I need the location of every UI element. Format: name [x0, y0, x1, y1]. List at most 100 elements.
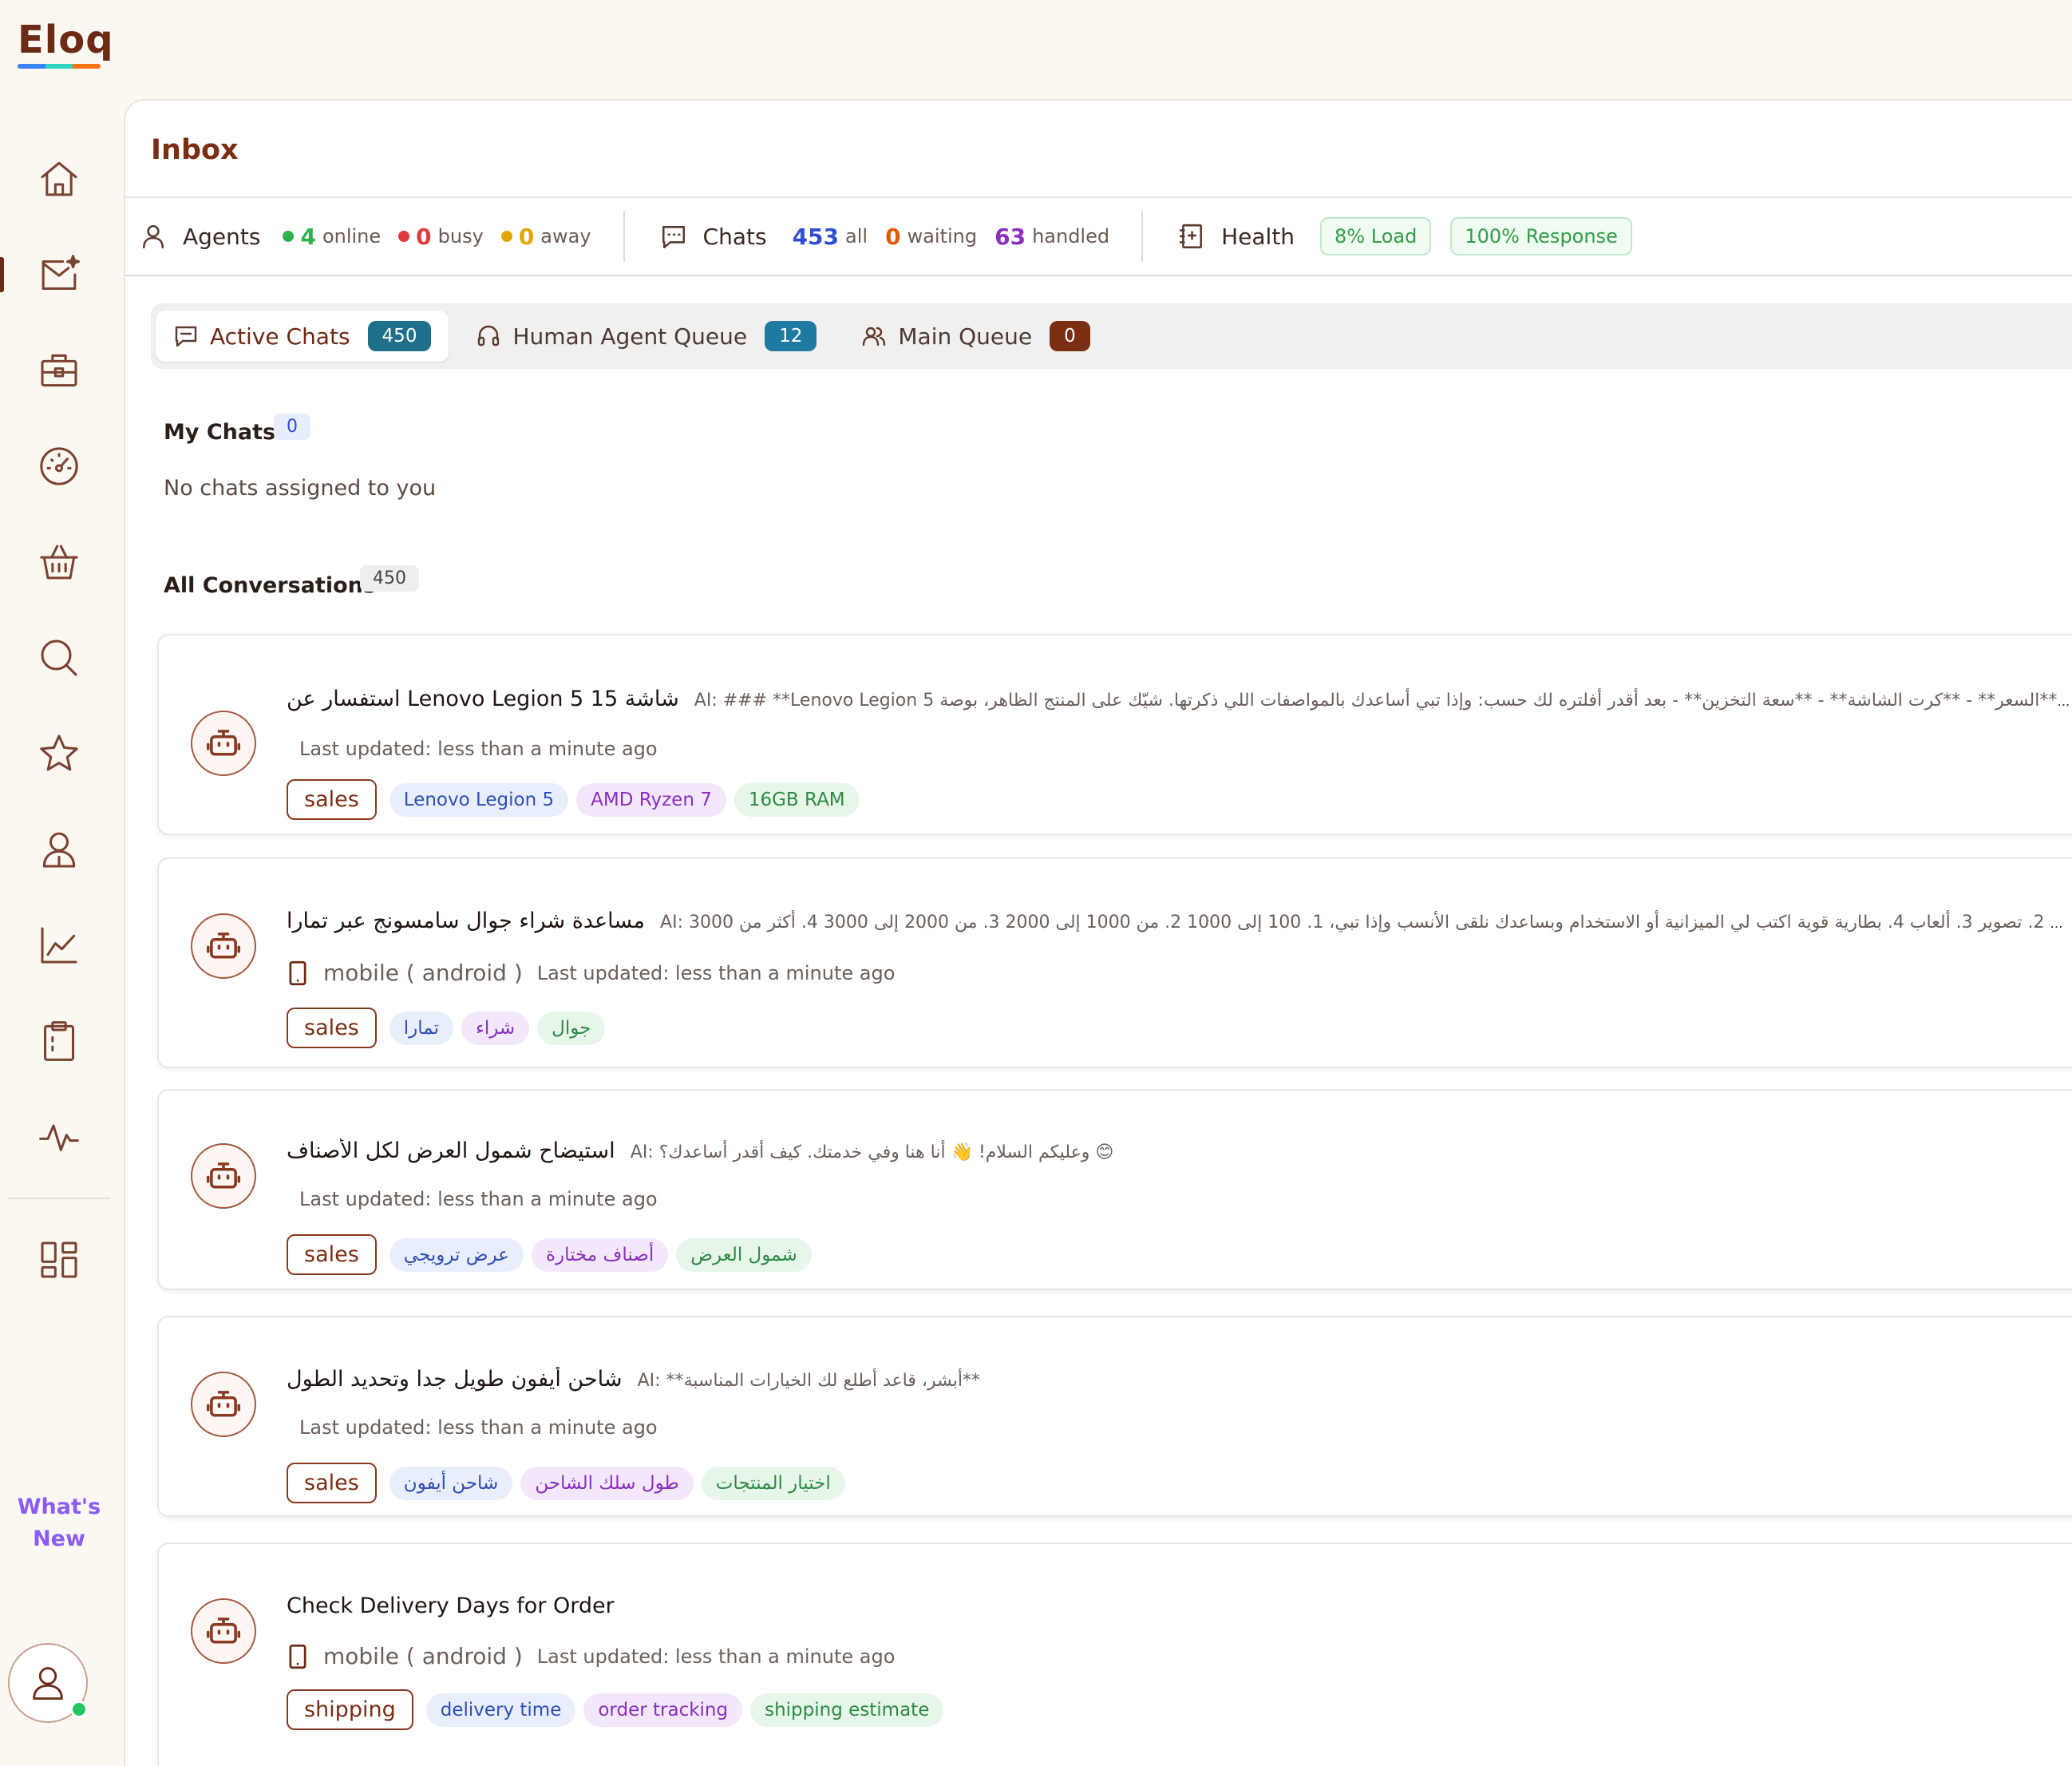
conversation-card[interactable]: استفسار عن Lenovo Legion 5 15 شاشة AI: #… [157, 634, 2072, 835]
conversation-title: Check Delivery Days for Order [287, 1594, 615, 1618]
tab-label: Main Queue [898, 323, 1033, 350]
conversation-title: استيضاح شمول العرض لكل الأصناف [287, 1138, 615, 1163]
conversation-title: مساعدة شراء جوال سامسونج عبر تمارا [287, 909, 645, 933]
conversation-card[interactable]: مساعدة شراء جوال سامسونج عبر تمارا AI: أ… [157, 857, 2072, 1068]
inbox-icon [42, 255, 81, 291]
clipboard-icon [43, 1021, 75, 1061]
health-book-icon [1180, 224, 1203, 249]
chats-handled: 63 handled [994, 223, 1110, 250]
tag[interactable]: order tracking [583, 1693, 743, 1727]
sidebar-item-apps[interactable] [35, 1236, 83, 1284]
category-tag[interactable]: shipping [287, 1689, 413, 1730]
sidebar-item-search[interactable] [35, 634, 83, 682]
conversation-card[interactable]: استيضاح شمول العرض لكل الأصناف AI: وعليك… [157, 1089, 2072, 1290]
sidebar-item-basket[interactable] [35, 538, 83, 586]
response-badge: 100% Response [1450, 217, 1632, 255]
conversation-header: مساعدة شراء جوال سامسونج عبر تمارا AI: أ… [287, 909, 2071, 940]
conversation-title: استفسار عن Lenovo Legion 5 15 شاشة [287, 687, 679, 711]
conversation-preview: AI: أقدر أدور لك حسب استخدامك: 1. استخدا… [660, 913, 2071, 932]
stats-bar: Agents 4 online 0 busy 0 away Chats 453 all [125, 196, 2072, 276]
busy-dot [398, 231, 410, 242]
home-icon [41, 161, 77, 196]
headset-icon [478, 325, 500, 346]
agents-stats: Agents 4 online 0 busy 0 away [140, 198, 591, 275]
tag[interactable]: Lenovo Legion 5 [389, 782, 569, 817]
tag[interactable]: أصناف مختارة [531, 1237, 669, 1272]
category-tag[interactable]: sales [287, 1008, 377, 1048]
conversation-meta: Last updated: less than a minute ago [287, 1416, 658, 1439]
user-avatar[interactable] [8, 1643, 88, 1723]
chats-label: Chats [702, 223, 767, 250]
tag[interactable]: جوال [537, 1011, 606, 1045]
app-logo[interactable]: Eloq [18, 18, 113, 69]
tab-human-agent-queue[interactable]: Human Agent Queue 12 [458, 311, 834, 362]
tag[interactable]: عرض ترويجي [389, 1237, 524, 1272]
bot-avatar [191, 1372, 256, 1437]
tab-main-queue[interactable]: Main Queue 0 [844, 311, 1107, 362]
conversation-tags: sales تمارا شراء جوال [287, 1008, 613, 1048]
conversation-header: استيضاح شمول العرض لكل الأصناف AI: وعليك… [287, 1138, 2071, 1170]
agents-online: 4 online [283, 224, 381, 250]
sidebar-item-activity[interactable] [35, 1113, 83, 1161]
activity-icon [39, 1124, 79, 1151]
chats-stats: Chats 453 all 0 waiting 63 handled [660, 198, 1110, 275]
tag[interactable]: شمول العرض [676, 1237, 812, 1272]
health-stats: Health 8% Load 100% Response [1178, 198, 1632, 275]
robot-icon [206, 1618, 241, 1644]
search-icon [41, 639, 77, 676]
conversation-card[interactable]: Check Delivery Days for Order mobile ( a… [157, 1542, 2072, 1766]
conversation-tags: sales Lenovo Legion 5 AMD Ryzen 7 16GB R… [287, 779, 868, 820]
conversation-preview: AI: وعليكم السلام! 👋 أنا هنا وفي خدمتك. … [630, 1142, 1114, 1162]
robot-icon [206, 932, 241, 959]
device-info: mobile ( android ) [287, 960, 523, 986]
apps-grid-icon [41, 1241, 77, 1278]
tag[interactable]: 16GB RAM [734, 782, 860, 817]
conversation-meta: mobile ( android ) Last updated: less th… [287, 960, 895, 986]
stats-divider [1141, 211, 1144, 262]
queue-tabs: Active Chats 450 Human Agent Queue 12 Ma… [151, 303, 2072, 369]
user-icon [33, 1667, 63, 1700]
tag[interactable]: اختيار المنتجات [701, 1466, 845, 1500]
online-status-dot [70, 1701, 88, 1718]
bot-avatar [191, 711, 256, 776]
tag[interactable]: AMD Ryzen 7 [576, 782, 726, 817]
sidebar-item-favorites[interactable] [35, 730, 83, 778]
tab-label: Active Chats [210, 323, 350, 350]
sidebar-item-dashboard[interactable] [35, 442, 83, 490]
category-tag[interactable]: sales [287, 779, 377, 820]
sidebar-item-home[interactable] [35, 155, 83, 203]
conversation-card[interactable]: شاحن أيفون طويل جدا وتحديد الطول AI: **أ… [157, 1316, 2072, 1517]
sidebar-item-inbox[interactable] [35, 251, 83, 299]
category-tag[interactable]: sales [287, 1463, 377, 1503]
tab-count-badge: 0 [1050, 321, 1090, 351]
conversation-header: استفسار عن Lenovo Legion 5 15 شاشة AI: #… [287, 687, 2071, 719]
conversation-meta: Last updated: less than a minute ago [287, 738, 658, 760]
conversation-meta: mobile ( android ) Last updated: less th… [287, 1643, 895, 1669]
robot-icon [206, 1391, 241, 1417]
tag[interactable]: شاحن أيفون [389, 1466, 513, 1500]
last-updated: Last updated: less than a minute ago [536, 1645, 896, 1668]
conversation-header: Check Delivery Days for Order [287, 1594, 2071, 1625]
sidebar-item-analytics[interactable] [35, 921, 83, 969]
load-badge: 8% Load [1320, 217, 1432, 255]
device-info: mobile ( android ) [287, 1643, 523, 1669]
sidebar-item-contacts[interactable] [35, 826, 83, 873]
robot-icon [206, 1162, 241, 1189]
my-chats-title: My Chats [164, 420, 276, 445]
sidebar-item-briefcase[interactable] [35, 346, 83, 394]
tag[interactable]: shipping estimate [750, 1693, 944, 1727]
whats-new-link[interactable]: What's New [0, 1491, 118, 1555]
tab-active-chats[interactable]: Active Chats 450 [156, 311, 449, 362]
conversation-header: شاحن أيفون طويل جدا وتحديد الطول AI: **أ… [287, 1367, 2071, 1399]
tag[interactable]: تمارا [389, 1011, 453, 1045]
tag[interactable]: delivery time [425, 1693, 576, 1727]
tag[interactable]: شراء [461, 1011, 530, 1045]
last-updated: Last updated: less than a minute ago [299, 1416, 658, 1439]
last-updated: Last updated: less than a minute ago [536, 961, 896, 984]
sidebar-item-tasks[interactable] [35, 1017, 83, 1065]
last-updated: Last updated: less than a minute ago [299, 738, 658, 760]
tag[interactable]: طول سلك الشاحن [520, 1466, 694, 1500]
chat-bubble-icon [662, 226, 685, 249]
sidebar-divider [8, 1198, 110, 1199]
category-tag[interactable]: sales [287, 1234, 377, 1275]
